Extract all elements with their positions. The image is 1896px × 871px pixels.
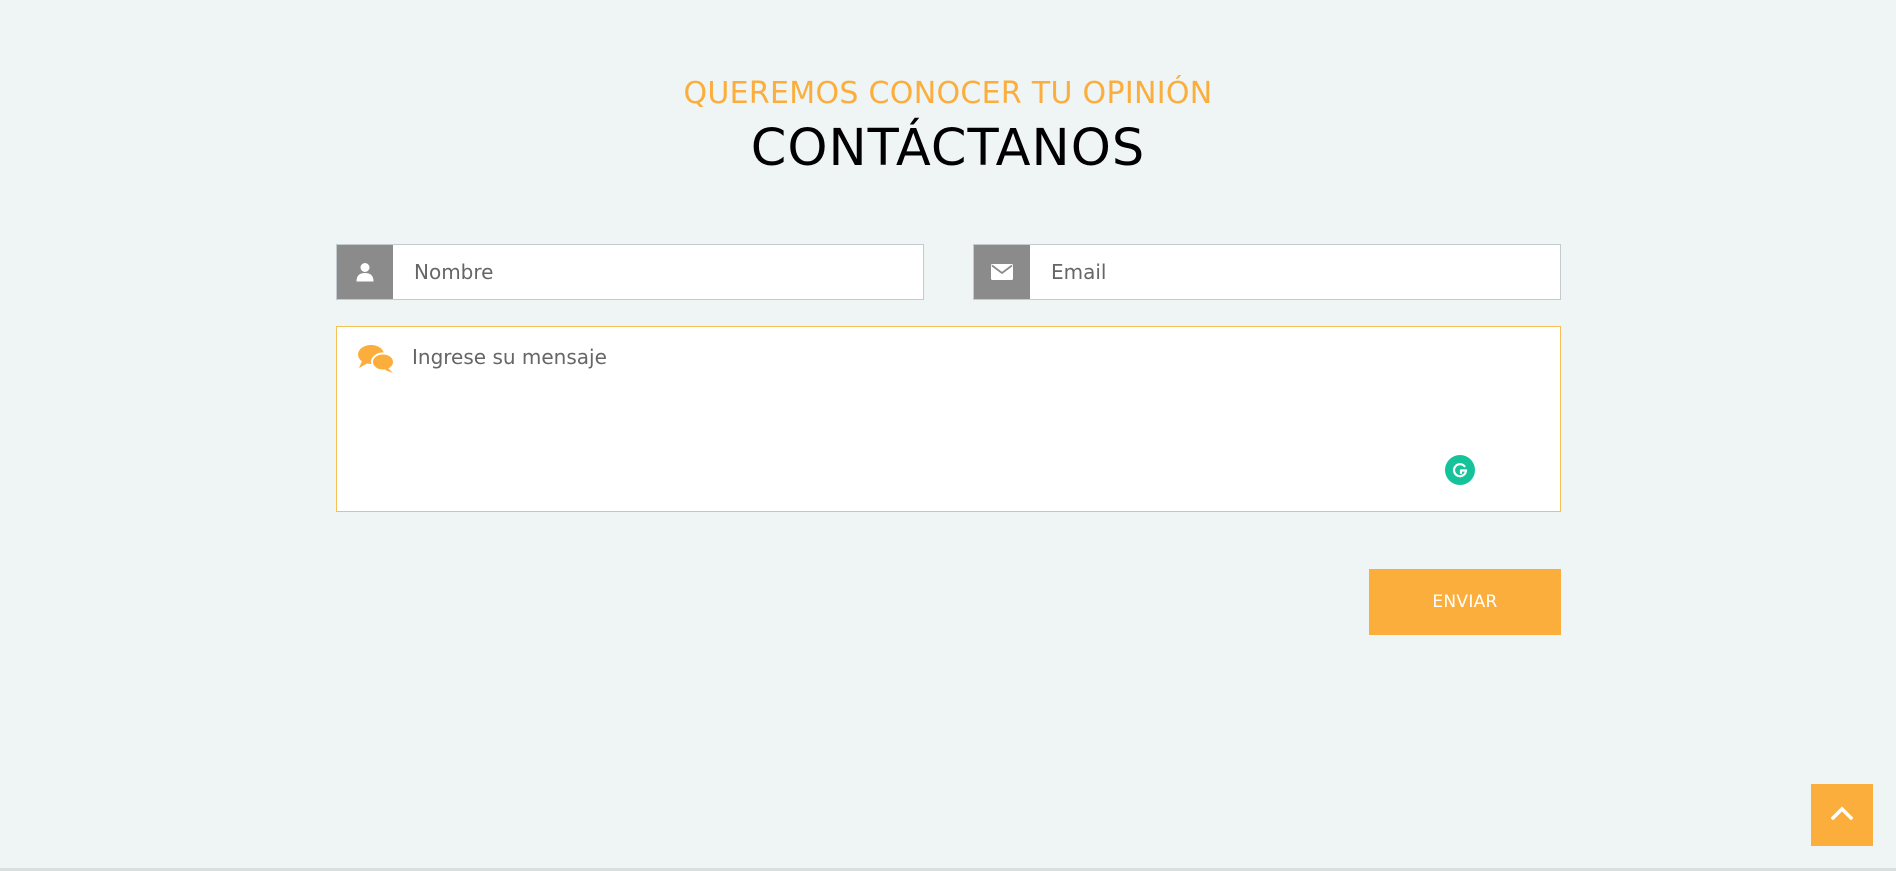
envelope-icon <box>974 245 1030 299</box>
name-input[interactable] <box>393 245 923 299</box>
email-field-group <box>973 244 1561 300</box>
email-input[interactable] <box>1030 245 1560 299</box>
chat-bubbles-icon <box>357 344 395 379</box>
message-field-group <box>336 326 1561 512</box>
back-to-top-button[interactable] <box>1811 784 1873 846</box>
send-button[interactable]: ENVIAR <box>1369 569 1561 635</box>
name-field-group <box>336 244 924 300</box>
grammarly-icon[interactable] <box>1445 455 1475 485</box>
user-icon <box>337 245 393 299</box>
message-textarea[interactable] <box>412 345 1492 495</box>
section-title: CONTÁCTANOS <box>750 119 1146 178</box>
section-subtitle: QUEREMOS CONOCER TU OPINIÓN <box>683 76 1213 111</box>
chevron-up-icon <box>1830 806 1854 825</box>
